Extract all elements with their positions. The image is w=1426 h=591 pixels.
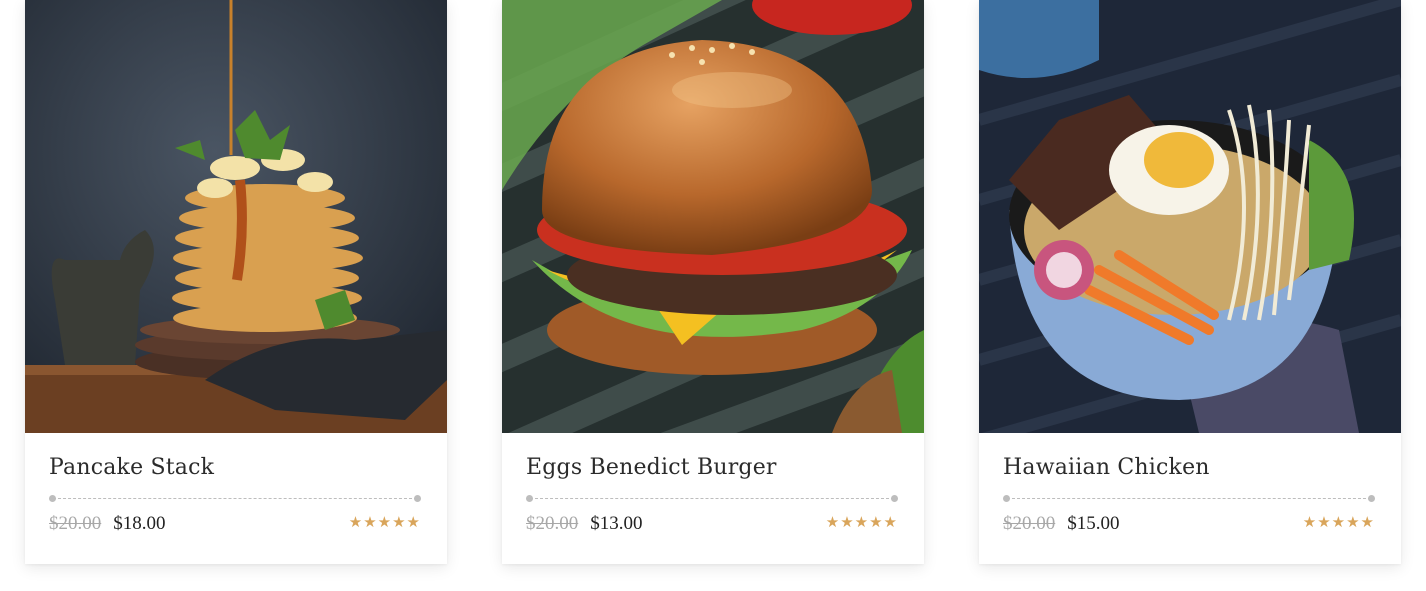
divider-line <box>1007 498 1371 499</box>
product-card[interactable]: Eggs Benedict Burger $20.00 $13.00 ★★★★★ <box>502 0 924 564</box>
price-group: $20.00 $13.00 <box>526 512 643 535</box>
pancake-image-icon <box>25 0 447 433</box>
old-price: $20.00 <box>1003 513 1056 534</box>
product-card[interactable]: Hawaiian Chicken $20.00 $15.00 ★★★★★ <box>979 0 1401 564</box>
divider-dot <box>1368 495 1375 502</box>
current-price: $18.00 <box>113 513 166 534</box>
dashed-divider <box>1003 495 1375 503</box>
product-title[interactable]: Eggs Benedict Burger <box>526 455 777 480</box>
divider-line <box>53 498 417 499</box>
product-image-burger[interactable] <box>502 0 924 433</box>
product-info: Hawaiian Chicken $20.00 $15.00 ★★★★★ <box>979 433 1401 564</box>
price-group: $20.00 $15.00 <box>1003 512 1120 535</box>
product-image-bowl[interactable] <box>979 0 1401 433</box>
product-info: Eggs Benedict Burger $20.00 $13.00 ★★★★★ <box>502 433 924 564</box>
dashed-divider <box>49 495 421 503</box>
price-group: $20.00 $18.00 <box>49 512 166 535</box>
star-rating-icon: ★★★★★ <box>348 513 421 531</box>
bowl-image-icon <box>979 0 1401 433</box>
product-image-pancake[interactable] <box>25 0 447 433</box>
burger-image-icon <box>502 0 924 433</box>
product-title[interactable]: Hawaiian Chicken <box>1003 455 1210 480</box>
product-info: Pancake Stack $20.00 $18.00 ★★★★★ <box>25 433 447 564</box>
divider-dot <box>414 495 421 502</box>
old-price: $20.00 <box>526 513 579 534</box>
product-grid: Pancake Stack $20.00 $18.00 ★★★★★ Eggs B… <box>0 0 1426 591</box>
current-price: $15.00 <box>1067 513 1120 534</box>
old-price: $20.00 <box>49 513 102 534</box>
divider-dot <box>891 495 898 502</box>
divider-line <box>530 498 894 499</box>
product-card[interactable]: Pancake Stack $20.00 $18.00 ★★★★★ <box>25 0 447 564</box>
current-price: $13.00 <box>590 513 643 534</box>
star-rating-icon: ★★★★★ <box>1302 513 1375 531</box>
dashed-divider <box>526 495 898 503</box>
product-title[interactable]: Pancake Stack <box>49 455 214 480</box>
star-rating-icon: ★★★★★ <box>825 513 898 531</box>
